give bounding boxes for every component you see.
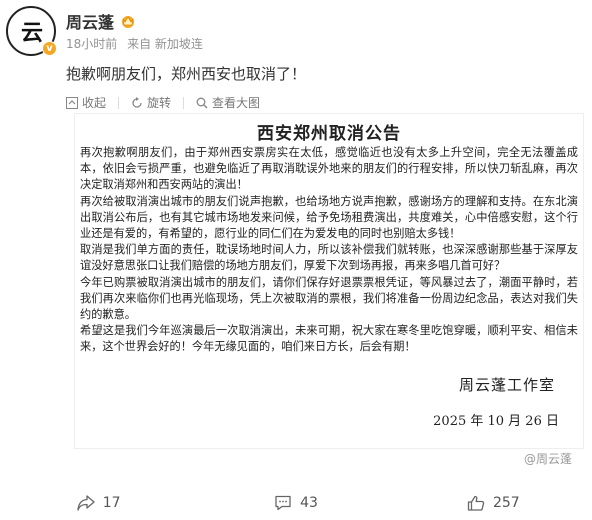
like-icon	[467, 495, 485, 511]
rotate-icon	[132, 96, 142, 108]
post-text: 抱歉啊朋友们，郑州西安也取消了！	[66, 65, 307, 83]
verified-badge: v	[42, 41, 57, 56]
comment-count: 43	[300, 495, 318, 511]
notice-signature: 周云蓬工作室	[458, 376, 555, 394]
notice-paragraph: 再次给被取消演出城市的朋友们说声抱歉，也给场地方说声抱歉，感谢场方的理解和支持。…	[80, 194, 578, 241]
like-count: 257	[492, 495, 520, 511]
toolbar-divider	[118, 96, 120, 109]
notice-paragraph: 取消是我们单方面的责任，耽误场地时间人力，所以该补偿我们就转账，也深深感谢那些基…	[80, 243, 578, 273]
collapse-button[interactable]: 收起	[66, 94, 106, 111]
image-toolbar: 收起 旋转 查看大图	[66, 94, 260, 111]
notice-paragraph: 今年已购票被取消演出城市的朋友们，请你们保存好退票票根凭证，等风暴过去了，潮面平…	[80, 275, 578, 322]
share-count: 17	[102, 495, 121, 511]
crown-icon	[122, 16, 135, 28]
notice-title: 西安郑州取消公告	[257, 124, 401, 144]
post-time[interactable]: 18小时前	[66, 37, 117, 51]
toolbar-divider	[183, 96, 185, 109]
notice-image[interactable]: 西安郑州取消公告 再次抱歉啊朋友们，由于郑州西安票房实在太低，感觉临近也没有太多…	[74, 113, 584, 449]
author-name-row[interactable]: 周云蓬	[66, 9, 136, 33]
notice-paragraph: 再次抱歉啊朋友们，由于郑州西安票房实在太低，感觉临近也没有太多上升空间，完全无法…	[80, 146, 578, 192]
rotate-label: 旋转	[147, 96, 172, 110]
collapse-label: 收起	[82, 96, 107, 110]
comment-button[interactable]: 43	[197, 486, 394, 520]
view-large-label: 查看大图	[212, 96, 261, 110]
comment-icon	[275, 495, 291, 511]
watermark: @周云蓬	[524, 452, 573, 466]
rotate-button[interactable]: 旋转	[131, 94, 171, 111]
view-large-button[interactable]: 查看大图	[196, 94, 260, 111]
post-source: 来自 新加坡连	[127, 37, 203, 51]
action-bar: 17 43 257	[0, 486, 592, 520]
notice-date: 2025 年 10 月 26 日	[433, 414, 559, 429]
post-meta: 18小时前 来自 新加坡连	[66, 35, 209, 52]
notice-body: 再次抱歉啊朋友们，由于郑州西安票房实在太低，感觉临近也没有太多上升空间，完全无法…	[80, 145, 578, 356]
share-icon	[77, 495, 95, 511]
view-large-icon	[196, 97, 208, 109]
like-button[interactable]: 257	[395, 486, 592, 520]
notice-paragraph: 希望这是我们今年巡演最后一次取消演出，未来可期，祝大家在寒冬里吃饱穿暖，顺利平安…	[80, 324, 578, 354]
collapse-icon	[66, 96, 78, 109]
author-name[interactable]: 周云蓬	[66, 9, 114, 33]
avatar-text: 云	[20, 20, 43, 46]
share-button[interactable]: 17	[0, 486, 197, 520]
